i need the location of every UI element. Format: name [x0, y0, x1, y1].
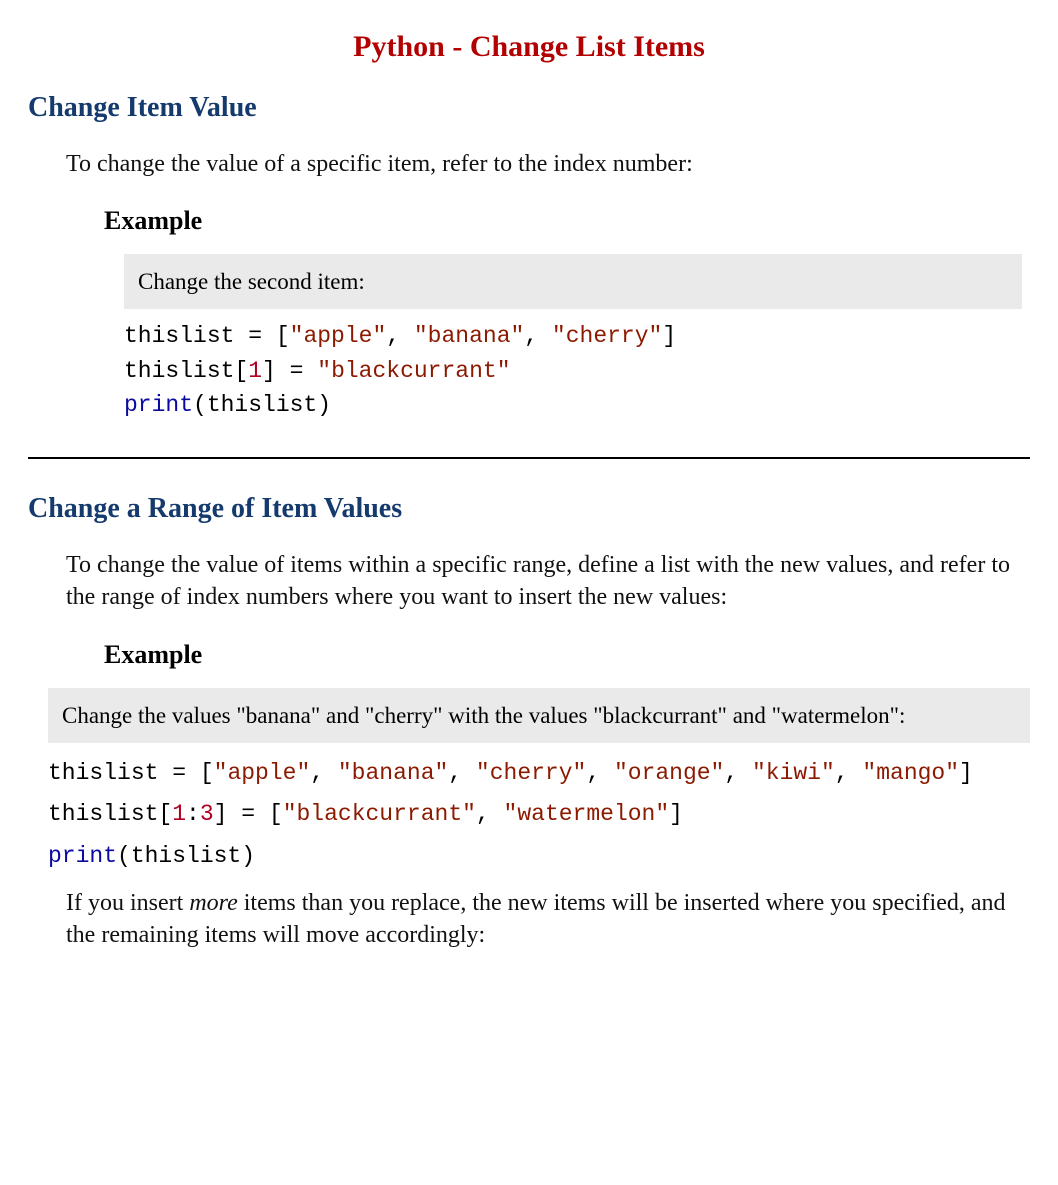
code-string: "mango" — [862, 760, 959, 786]
code-string: "apple" — [214, 760, 311, 786]
code-text: , — [310, 760, 338, 786]
example-label: Example — [104, 640, 1030, 670]
para-emphasis: more — [189, 890, 237, 916]
code-string: "cherry" — [476, 760, 586, 786]
section-paragraph: If you insert more items than you replac… — [66, 887, 1026, 952]
section-paragraph: To change the value of items within a sp… — [66, 549, 1026, 614]
code-text: (thislist) — [193, 392, 331, 418]
example-code: thislist = ["apple", "banana", "cherry"]… — [124, 319, 1030, 423]
section-change-range: Change a Range of Item Values To change … — [28, 493, 1030, 952]
example-caption: Change the second item: — [124, 254, 1022, 309]
code-text: ] = — [262, 358, 317, 384]
section-paragraph: To change the value of a specific item, … — [66, 148, 1026, 180]
example-code: thislist = ["apple", "banana", "cherry",… — [48, 753, 1030, 877]
code-text: thislist[ — [124, 358, 248, 384]
section-heading: Change Item Value — [28, 92, 1030, 124]
section-change-item-value: Change Item Value To change the value of… — [28, 92, 1030, 423]
code-text: : — [186, 801, 200, 827]
code-string: "orange" — [614, 760, 724, 786]
code-text: , — [448, 760, 476, 786]
code-number: 3 — [200, 801, 214, 827]
code-string: "blackcurrant" — [283, 801, 476, 827]
code-text: thislist[ — [48, 801, 172, 827]
code-text: , — [476, 801, 504, 827]
code-builtin: print — [124, 392, 193, 418]
code-string: "watermelon" — [504, 801, 670, 827]
code-text: , — [724, 760, 752, 786]
section-heading: Change a Range of Item Values — [28, 493, 1030, 525]
page-title: Python - Change List Items — [28, 30, 1030, 64]
code-string: "blackcurrant" — [317, 358, 510, 384]
code-text: ] — [669, 801, 683, 827]
code-text: (thislist) — [117, 843, 255, 869]
code-string: "apple" — [290, 323, 387, 349]
code-string: "cherry" — [552, 323, 662, 349]
code-text: thislist = [ — [48, 760, 214, 786]
code-text: ] — [959, 760, 973, 786]
code-text: ] = [ — [214, 801, 283, 827]
code-string: "banana" — [414, 323, 524, 349]
code-text: thislist = [ — [124, 323, 290, 349]
example-caption: Change the values "banana" and "cherry" … — [48, 688, 1030, 743]
code-text: ] — [662, 323, 676, 349]
para-text: If you insert — [66, 890, 189, 916]
code-text: , — [586, 760, 614, 786]
example-label: Example — [104, 206, 1030, 236]
code-builtin: print — [48, 843, 117, 869]
code-text: , — [386, 323, 414, 349]
code-string: "banana" — [338, 760, 448, 786]
code-number: 1 — [172, 801, 186, 827]
section-divider — [28, 457, 1030, 459]
code-string: "kiwi" — [752, 760, 835, 786]
code-text: , — [524, 323, 552, 349]
code-text: , — [835, 760, 863, 786]
code-number: 1 — [248, 358, 262, 384]
